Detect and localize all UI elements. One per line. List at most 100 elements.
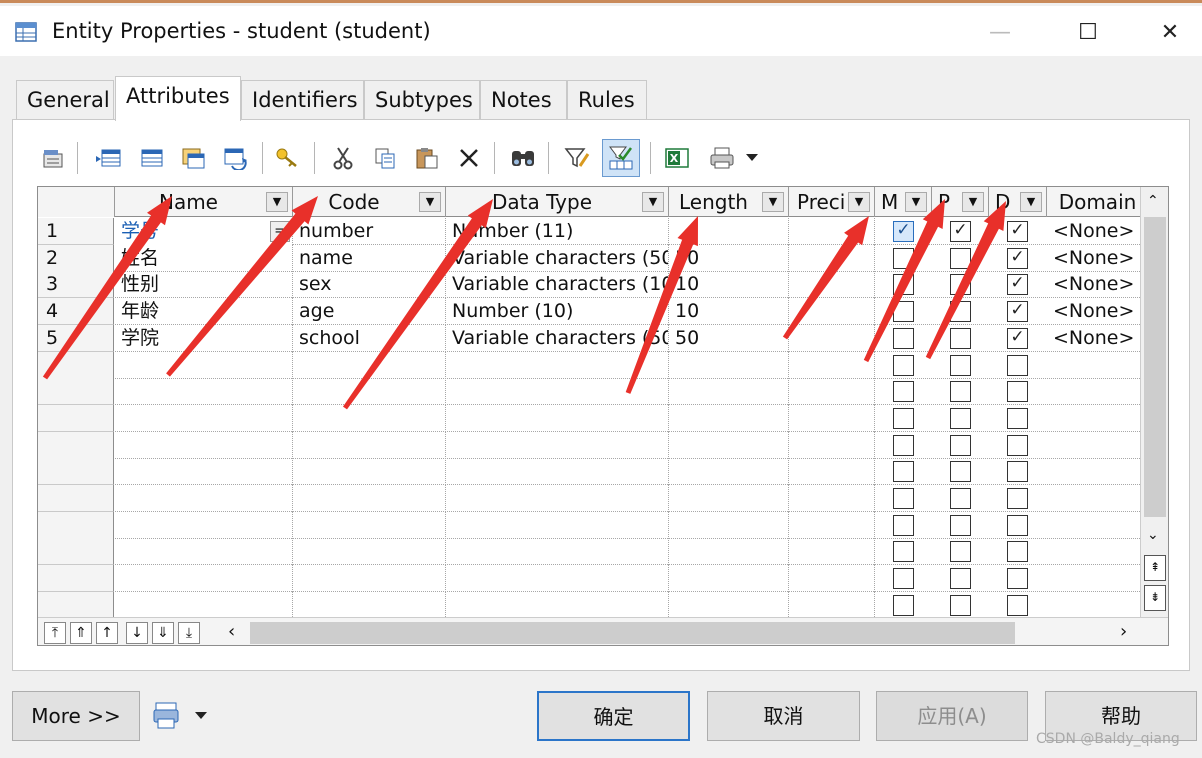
add-row-icon[interactable] bbox=[136, 139, 166, 177]
vertical-scrollbar[interactable]: ⌃ ⌄ ⇞ ⇟ bbox=[1140, 187, 1168, 617]
cell-data-type[interactable]: Variable characters (50) bbox=[446, 324, 669, 352]
cell-domain[interactable] bbox=[1047, 378, 1140, 405]
cell-domain[interactable]: <None> bbox=[1047, 298, 1140, 325]
cell-preci[interactable] bbox=[789, 324, 875, 352]
cell-name[interactable] bbox=[115, 351, 293, 379]
close-button[interactable]: ✕ bbox=[1140, 12, 1200, 52]
checkbox-d[interactable] bbox=[1007, 461, 1028, 483]
cell-length[interactable]: 50 bbox=[669, 244, 789, 272]
checkbox-d[interactable] bbox=[1007, 541, 1028, 563]
checkbox-p[interactable] bbox=[950, 461, 971, 483]
move-page-up-icon[interactable]: ⇑ bbox=[70, 622, 92, 644]
row-number[interactable] bbox=[38, 485, 114, 512]
cell-code[interactable] bbox=[293, 591, 446, 619]
checkbox-m[interactable] bbox=[893, 461, 914, 483]
row-number[interactable]: 1 bbox=[38, 218, 114, 245]
cell-domain[interactable]: <None> bbox=[1047, 245, 1140, 272]
cancel-button[interactable]: 取消 bbox=[707, 691, 860, 741]
checkbox-d[interactable]: ✓ bbox=[1007, 327, 1028, 349]
cell-data-type[interactable] bbox=[446, 485, 669, 512]
cell-data-type[interactable] bbox=[446, 351, 669, 379]
table-row[interactable] bbox=[38, 458, 1148, 486]
cell-length[interactable] bbox=[669, 458, 789, 486]
cell-preci[interactable] bbox=[789, 351, 875, 379]
cell-preci[interactable] bbox=[789, 404, 875, 432]
cell-length[interactable] bbox=[669, 485, 789, 512]
cell-code[interactable] bbox=[293, 404, 446, 432]
checkbox-p[interactable] bbox=[950, 327, 971, 349]
checkbox-p[interactable] bbox=[950, 434, 971, 456]
move-up-icon[interactable]: ↑ bbox=[96, 622, 118, 644]
apply-button[interactable]: 应用(A) bbox=[876, 691, 1028, 741]
chevron-down-icon[interactable]: ▼ bbox=[642, 192, 664, 212]
cell-length[interactable]: 10 bbox=[669, 298, 789, 326]
cell-code[interactable] bbox=[293, 431, 446, 459]
row-number[interactable] bbox=[38, 538, 114, 566]
print-options-button[interactable] bbox=[152, 701, 212, 731]
cell-code[interactable]: number bbox=[293, 218, 446, 245]
checkbox-p[interactable] bbox=[950, 594, 971, 616]
row-number[interactable] bbox=[38, 351, 114, 379]
row-number[interactable]: 2 bbox=[38, 244, 114, 272]
cell-domain[interactable] bbox=[1047, 432, 1140, 459]
checkbox-m[interactable] bbox=[893, 568, 914, 590]
reuse-attributes-icon[interactable] bbox=[220, 139, 250, 177]
cell-domain[interactable] bbox=[1047, 538, 1140, 565]
checkbox-m[interactable] bbox=[893, 301, 914, 323]
cell-data-type[interactable] bbox=[446, 458, 669, 486]
cell-length[interactable] bbox=[669, 351, 789, 379]
move-to-top-icon[interactable]: ⤒ bbox=[44, 622, 66, 644]
cell-domain[interactable]: <None> bbox=[1047, 271, 1140, 298]
move-page-down-icon[interactable]: ⇓ bbox=[152, 622, 174, 644]
cell-length[interactable]: 50 bbox=[669, 324, 789, 352]
checkbox-d[interactable] bbox=[1007, 407, 1028, 429]
table-row[interactable]: 4 年龄 age Number (10) 10 ✓ <None> bbox=[38, 298, 1148, 326]
cell-data-type[interactable] bbox=[446, 511, 669, 539]
scroll-down-icon[interactable]: ⌄ bbox=[1147, 527, 1159, 543]
customize-columns-icon[interactable] bbox=[602, 139, 640, 177]
checkbox-m[interactable] bbox=[893, 488, 914, 509]
edit-marker[interactable]: = bbox=[270, 221, 290, 242]
checkbox-p[interactable] bbox=[950, 514, 971, 536]
properties-icon[interactable] bbox=[38, 139, 68, 177]
row-number[interactable] bbox=[38, 404, 114, 432]
checkbox-m[interactable] bbox=[893, 247, 914, 269]
cell-name[interactable] bbox=[115, 565, 293, 593]
cell-length[interactable] bbox=[669, 511, 789, 539]
table-row[interactable] bbox=[38, 378, 1148, 406]
checkbox-p[interactable] bbox=[950, 568, 971, 590]
chevron-down-icon[interactable]: ▼ bbox=[266, 192, 288, 212]
scroll-right-icon[interactable]: › bbox=[1120, 621, 1127, 642]
cell-name[interactable] bbox=[115, 485, 293, 512]
cell-code[interactable] bbox=[293, 565, 446, 593]
table-row[interactable]: 2 姓名 name Variable characters (50) 50 ✓ <None> bbox=[38, 244, 1148, 272]
row-number[interactable] bbox=[38, 378, 114, 406]
scroll-left-icon[interactable]: ‹ bbox=[228, 621, 235, 642]
cell-preci[interactable] bbox=[789, 298, 875, 326]
move-down-icon[interactable]: ↓ bbox=[126, 622, 148, 644]
tab-identifiers[interactable]: Identifiers bbox=[241, 80, 364, 120]
cell-domain[interactable] bbox=[1047, 485, 1140, 512]
table-row[interactable] bbox=[38, 351, 1148, 379]
tab-rules[interactable]: Rules bbox=[567, 80, 647, 120]
cell-name[interactable] bbox=[115, 404, 293, 432]
checkbox-d[interactable] bbox=[1007, 568, 1028, 590]
col-length[interactable]: Length ▼ bbox=[669, 187, 789, 217]
table-row[interactable]: 5 学院 school Variable characters (50) 50 ✓ <Non… bbox=[38, 324, 1148, 352]
key-icon[interactable] bbox=[272, 139, 302, 177]
checkbox-m[interactable] bbox=[893, 514, 914, 536]
cell-preci[interactable] bbox=[789, 378, 875, 406]
cell-data-type[interactable] bbox=[446, 538, 669, 566]
checkbox-m[interactable]: ✓ bbox=[893, 221, 914, 242]
cell-code[interactable]: name bbox=[293, 244, 446, 272]
checkbox-p[interactable] bbox=[950, 488, 971, 509]
row-number[interactable] bbox=[38, 431, 114, 459]
cell-name[interactable]: 性别 bbox=[115, 271, 293, 299]
checkbox-m[interactable] bbox=[893, 327, 914, 349]
cell-name[interactable] bbox=[115, 378, 293, 406]
cell-name[interactable] bbox=[115, 431, 293, 459]
chevron-down-icon[interactable]: ▼ bbox=[762, 192, 784, 212]
cell-preci[interactable] bbox=[789, 218, 875, 245]
col-name[interactable]: Name ▼ bbox=[115, 187, 293, 217]
cell-preci[interactable] bbox=[789, 431, 875, 459]
